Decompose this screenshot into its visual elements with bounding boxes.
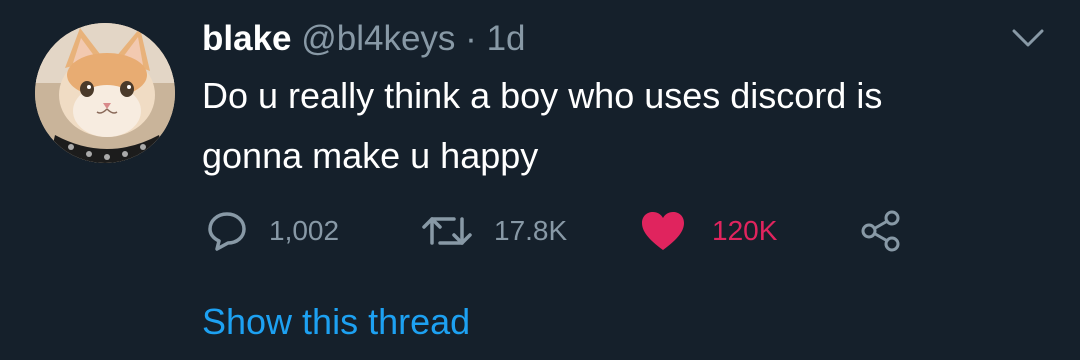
share-button[interactable] [857,206,903,256]
retweet-count: 17.8K [494,215,568,246]
tweet-header: blake @bl4keys · 1d [202,14,1020,64]
user-handle[interactable]: @bl4keys [301,19,455,58]
like-count: 120K [712,215,778,246]
avatar[interactable] [35,23,175,163]
tweet-text-line-2: gonna make u happy [202,135,539,176]
cat-avatar-image [35,23,175,163]
tweet-card: blake @bl4keys · 1d Do u really think a … [0,0,1080,360]
tweet-actions: 1,002 17.8K 120K [205,206,925,256]
reply-count: 1,002 [269,215,340,246]
reply-icon [205,209,249,253]
chevron-down-icon[interactable] [1010,26,1046,50]
retweet-button[interactable]: 17.8K [420,206,567,256]
share-icon [857,209,903,253]
like-button[interactable]: 120K [640,206,777,256]
heart-icon [640,210,686,252]
tweet-text-line-1: Do u really think a boy who uses discord… [202,75,883,116]
reply-button[interactable]: 1,002 [205,206,339,256]
display-name[interactable]: blake [202,19,292,58]
retweet-icon [420,209,474,253]
tweet-content: blake @bl4keys · 1d Do u really think a … [202,14,1020,186]
tweet-text: Do u really think a boy who uses discord… [202,66,1042,186]
timestamp[interactable]: 1d [487,19,526,58]
show-thread-link[interactable]: Show this thread [202,297,470,347]
separator-dot: · [465,19,477,58]
